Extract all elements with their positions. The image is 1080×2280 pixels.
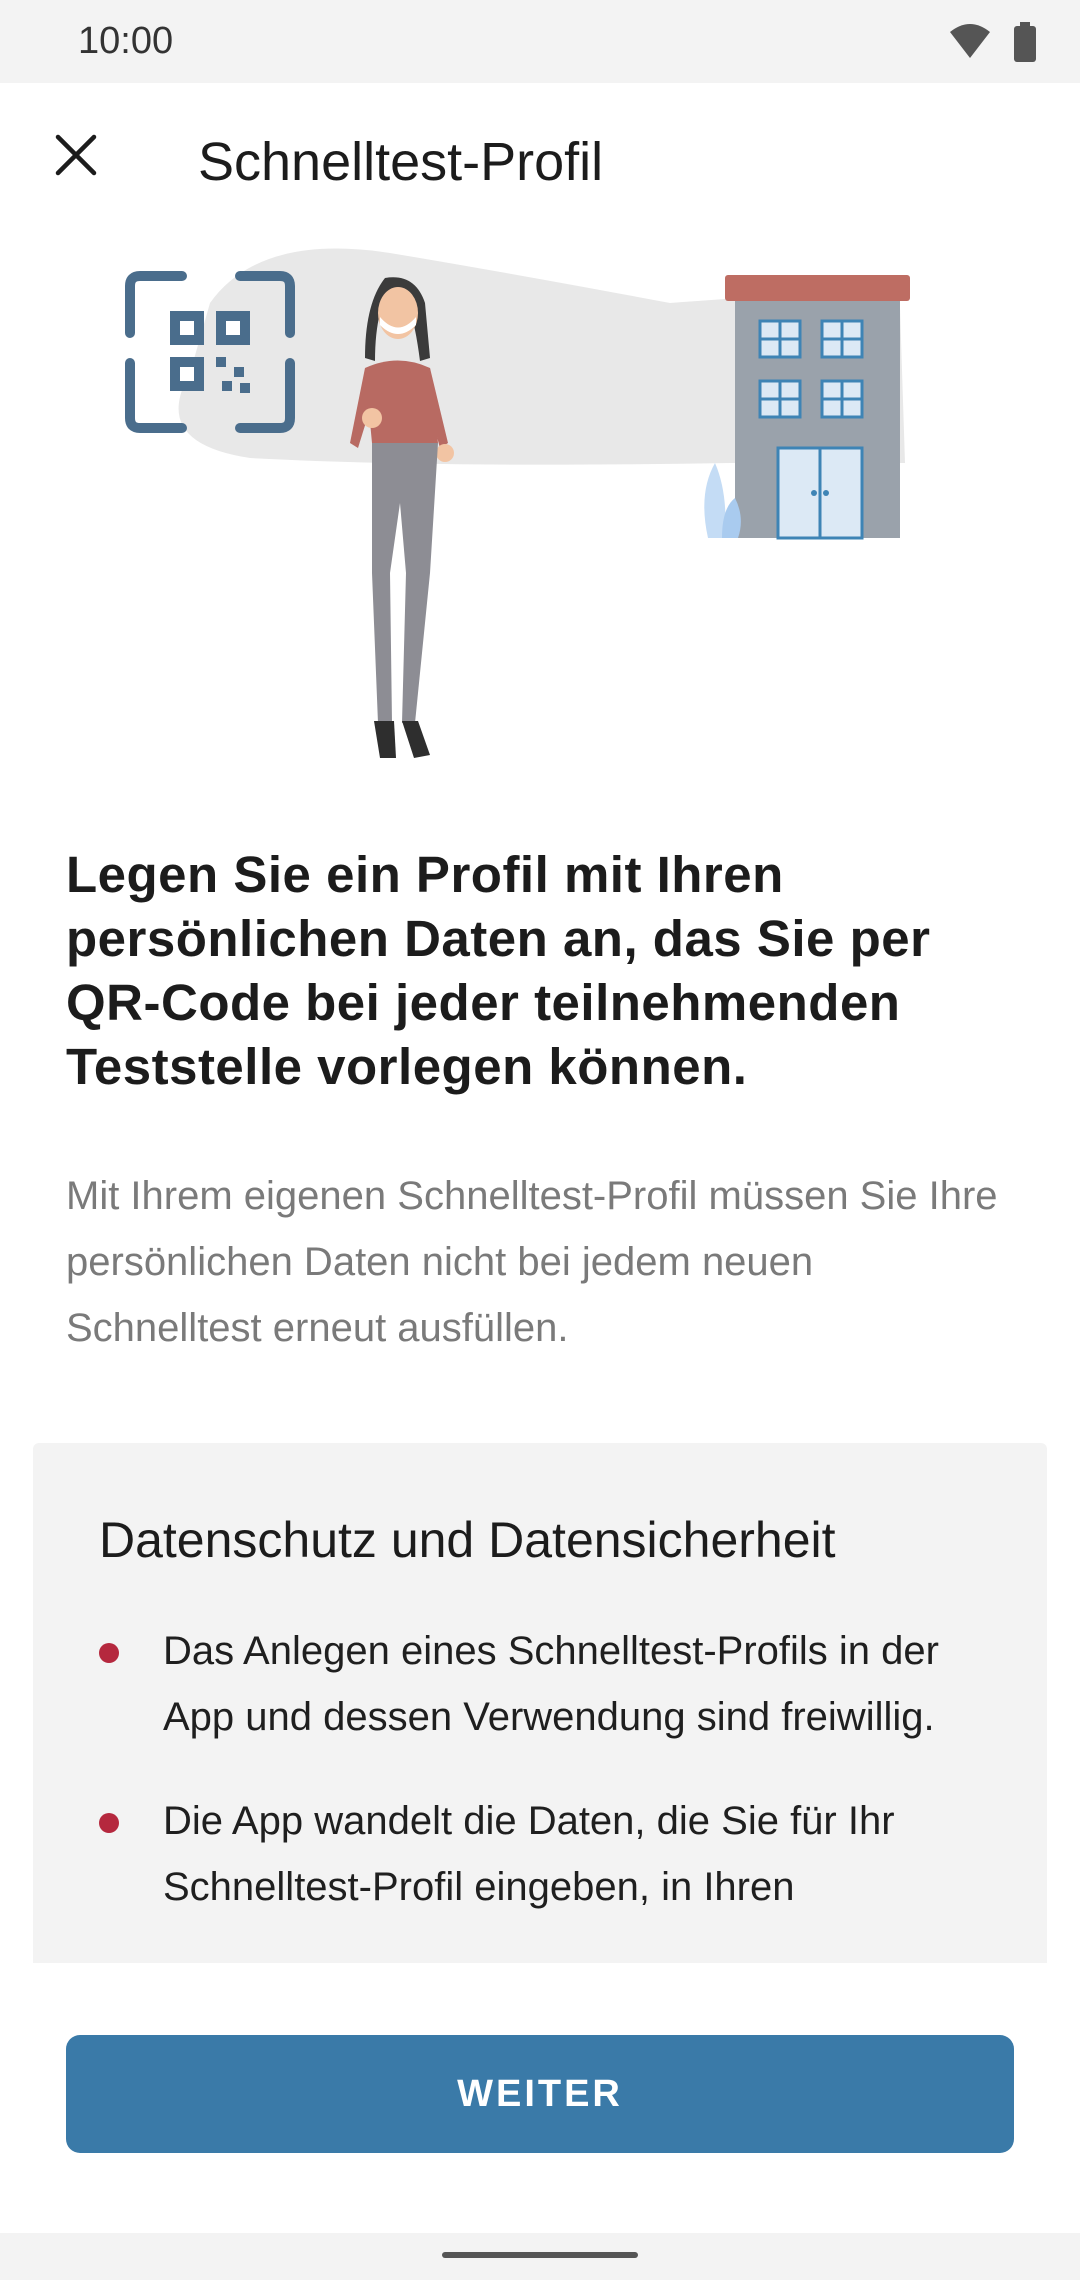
bullet-text: Das Anlegen eines Schnelltest-Profils in… <box>163 1629 939 1739</box>
privacy-bullet-list: Das Anlegen eines Schnelltest-Profils in… <box>99 1618 999 1958</box>
privacy-bullet-item: Die App wandelt die Daten, die Sie für I… <box>99 1788 999 1920</box>
description-text: Mit Ihrem eigenen Schnelltest-Profil müs… <box>66 1174 998 1350</box>
close-button[interactable] <box>36 115 116 195</box>
battery-icon <box>1014 22 1036 62</box>
close-icon <box>55 134 97 176</box>
bullet-icon <box>99 1643 119 1663</box>
onboarding-illustration <box>125 248 910 758</box>
headline: Legen Sie ein Profil mit Ihren persönlic… <box>66 846 931 1095</box>
bullet-text: Die App wandelt die Daten, die Sie für I… <box>163 1799 895 1909</box>
scroll-content[interactable]: Legen Sie ein Profil mit Ihren persönlic… <box>0 243 1080 1963</box>
privacy-card-title: Datenschutz und Datensicherheit <box>99 1512 836 1568</box>
status-bar: 10:00 <box>0 0 1080 83</box>
home-indicator[interactable] <box>442 2252 638 2258</box>
privacy-bullet-item: Das Anlegen eines Schnelltest-Profils in… <box>99 1618 999 1750</box>
weiter-button[interactable]: WEITER <box>66 2035 1014 2153</box>
building <box>704 275 910 540</box>
bottom-action-bar: WEITER <box>0 1963 1080 2233</box>
app-bar: Schnelltest-Profil <box>0 83 1080 243</box>
privacy-card: Datenschutz und Datensicherheit Das Anle… <box>33 1443 1047 1963</box>
status-icons <box>948 22 1040 62</box>
navigation-bar <box>0 2233 1080 2280</box>
page-title: Schnelltest-Profil <box>198 132 604 192</box>
status-time: 10:00 <box>78 20 174 62</box>
wifi-icon <box>949 24 990 58</box>
bullet-icon <box>99 1813 119 1833</box>
